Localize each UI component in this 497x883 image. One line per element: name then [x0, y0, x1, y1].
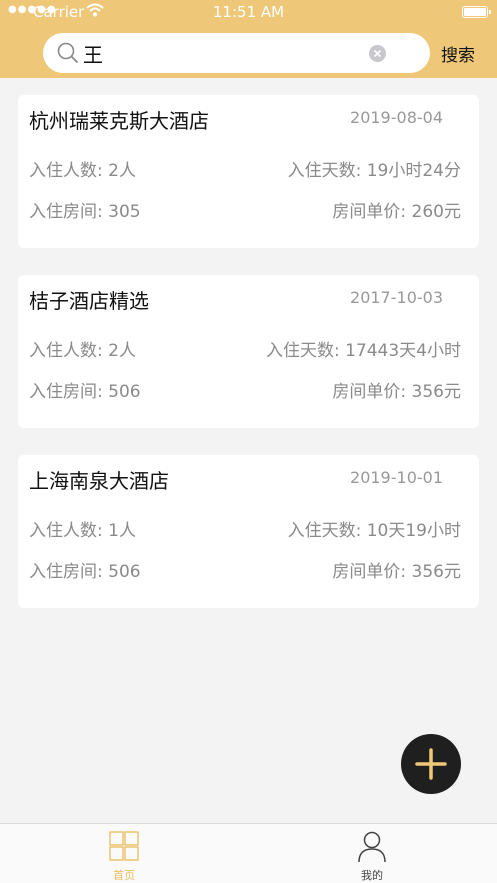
- search-input[interactable]: [83, 38, 383, 68]
- record-date: 2017-10-03: [350, 288, 443, 307]
- record-date: 2019-10-01: [350, 468, 443, 487]
- guest-count: 入住人数: 2人: [29, 161, 136, 181]
- record-card[interactable]: 上海南泉大酒店 2019-10-01 入住人数: 1人 入住天数: 10天19小…: [18, 455, 479, 608]
- tab-home-label: 首页: [113, 869, 135, 882]
- record-card[interactable]: 杭州瑞莱克斯大酒店 2019-08-04 入住人数: 2人 入住天数: 19小时…: [18, 95, 479, 248]
- header-bar: ●●●●● Carrier 11:51 AM 搜索: [0, 0, 497, 78]
- tab-mine-label: 我的: [361, 869, 383, 882]
- tab-mine[interactable]: 我的: [322, 824, 422, 883]
- home-grid-icon: [109, 831, 139, 861]
- add-icon: [415, 748, 447, 780]
- stay-duration: 入住天数: 17443天4小时: [265, 341, 461, 361]
- room-price: 房间单价: 356元: [332, 562, 461, 582]
- record-card[interactable]: 桔子酒店精选 2017-10-03 入住人数: 2人 入住天数: 17443天4…: [18, 275, 479, 428]
- guest-count: 入住人数: 2人: [29, 341, 136, 361]
- search-box[interactable]: [43, 33, 430, 73]
- room-price: 房间单价: 356元: [332, 382, 461, 402]
- room-price: 房间单价: 260元: [332, 202, 461, 222]
- search-icon: [57, 42, 79, 64]
- stay-duration: 入住天数: 19小时24分: [287, 161, 461, 181]
- battery-icon: [462, 6, 491, 18]
- status-bar: ●●●●● Carrier 11:51 AM: [0, 0, 497, 24]
- hotel-name: 杭州瑞莱克斯大酒店: [29, 109, 209, 133]
- room-number: 入住房间: 506: [29, 382, 141, 402]
- clear-icon[interactable]: [369, 45, 386, 62]
- person-icon: [358, 831, 386, 863]
- hotel-name: 桔子酒店精选: [29, 289, 149, 313]
- search-button[interactable]: 搜索: [441, 41, 475, 66]
- room-number: 入住房间: 506: [29, 562, 141, 582]
- room-number: 入住房间: 305: [29, 202, 141, 222]
- guest-count: 入住人数: 1人: [29, 521, 136, 541]
- tab-home[interactable]: 首页: [74, 824, 174, 883]
- hotel-name: 上海南泉大酒店: [29, 469, 169, 493]
- add-record-button[interactable]: [401, 734, 461, 794]
- stay-duration: 入住天数: 10天19小时: [287, 521, 461, 541]
- record-date: 2019-08-04: [350, 108, 443, 127]
- tab-bar: 首页 我的: [0, 823, 497, 883]
- status-time: 11:51 AM: [212, 3, 285, 21]
